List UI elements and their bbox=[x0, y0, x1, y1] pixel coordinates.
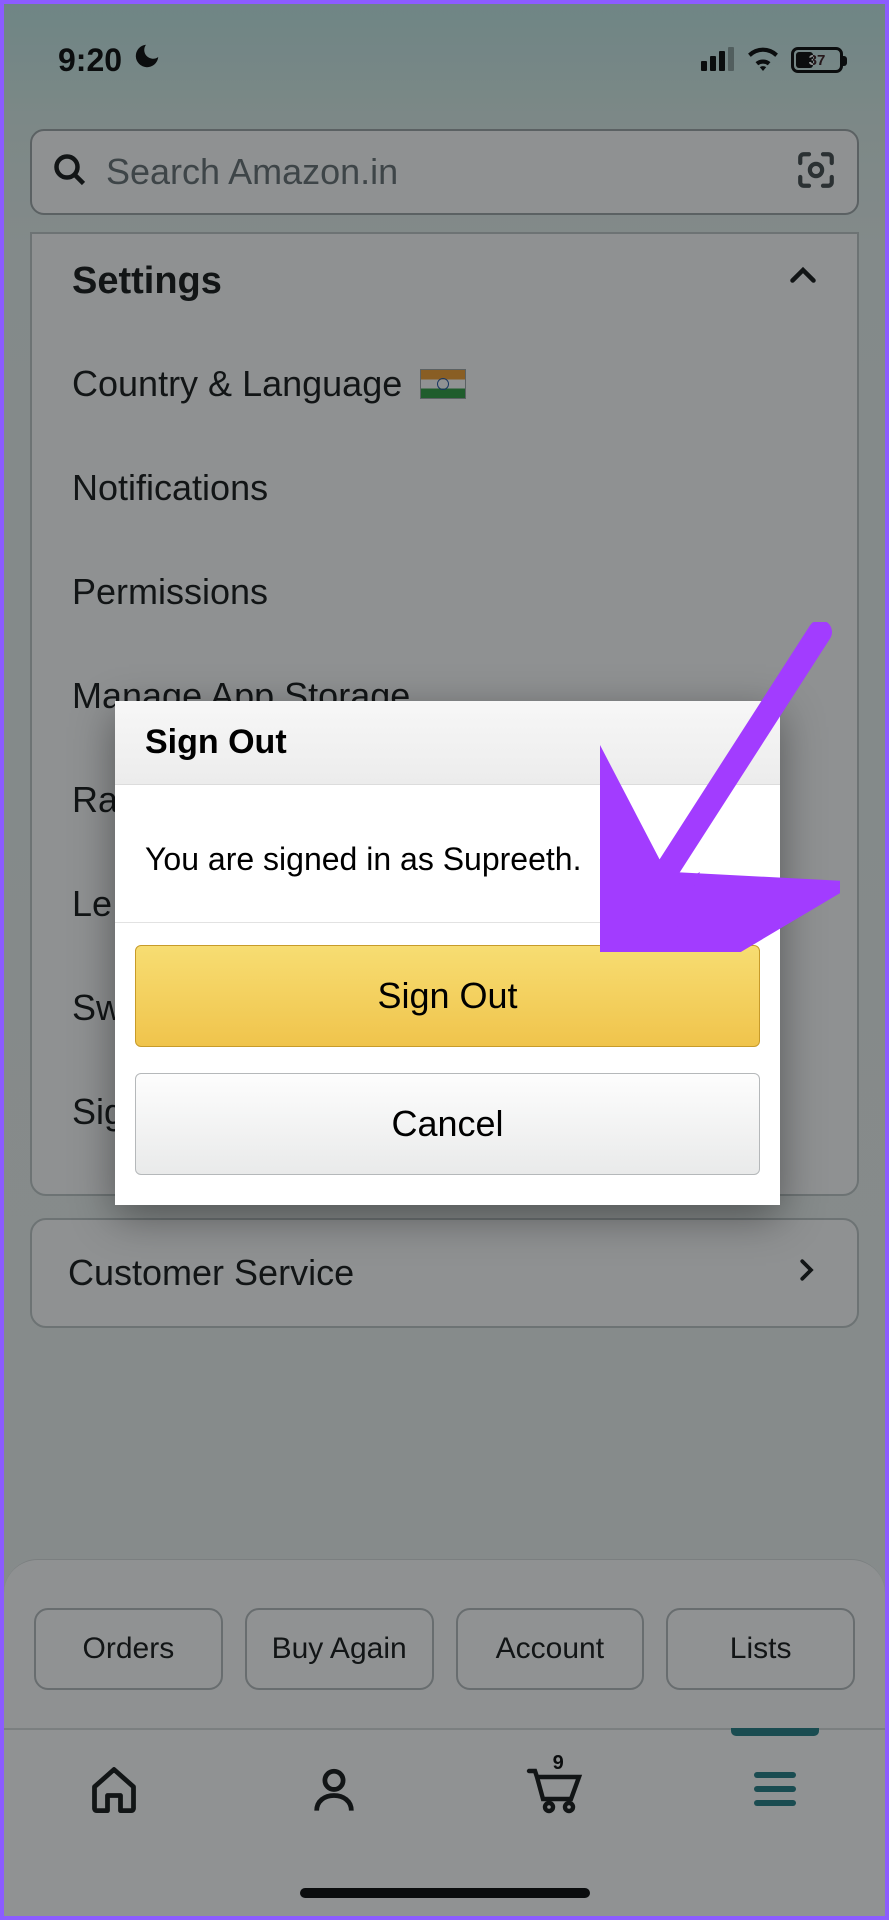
button-label: Sign Out bbox=[377, 975, 517, 1017]
dialog-title: Sign Out bbox=[115, 701, 780, 785]
dialog-message: You are signed in as Supreeth. bbox=[115, 785, 780, 923]
cancel-button[interactable]: Cancel bbox=[135, 1073, 760, 1175]
dialog-actions: Sign Out Cancel bbox=[115, 923, 780, 1205]
app-screen: 9:20 37 Setting bbox=[0, 0, 889, 1920]
signout-button[interactable]: Sign Out bbox=[135, 945, 760, 1047]
button-label: Cancel bbox=[391, 1103, 503, 1145]
signout-dialog: Sign Out You are signed in as Supreeth. … bbox=[115, 701, 780, 1205]
